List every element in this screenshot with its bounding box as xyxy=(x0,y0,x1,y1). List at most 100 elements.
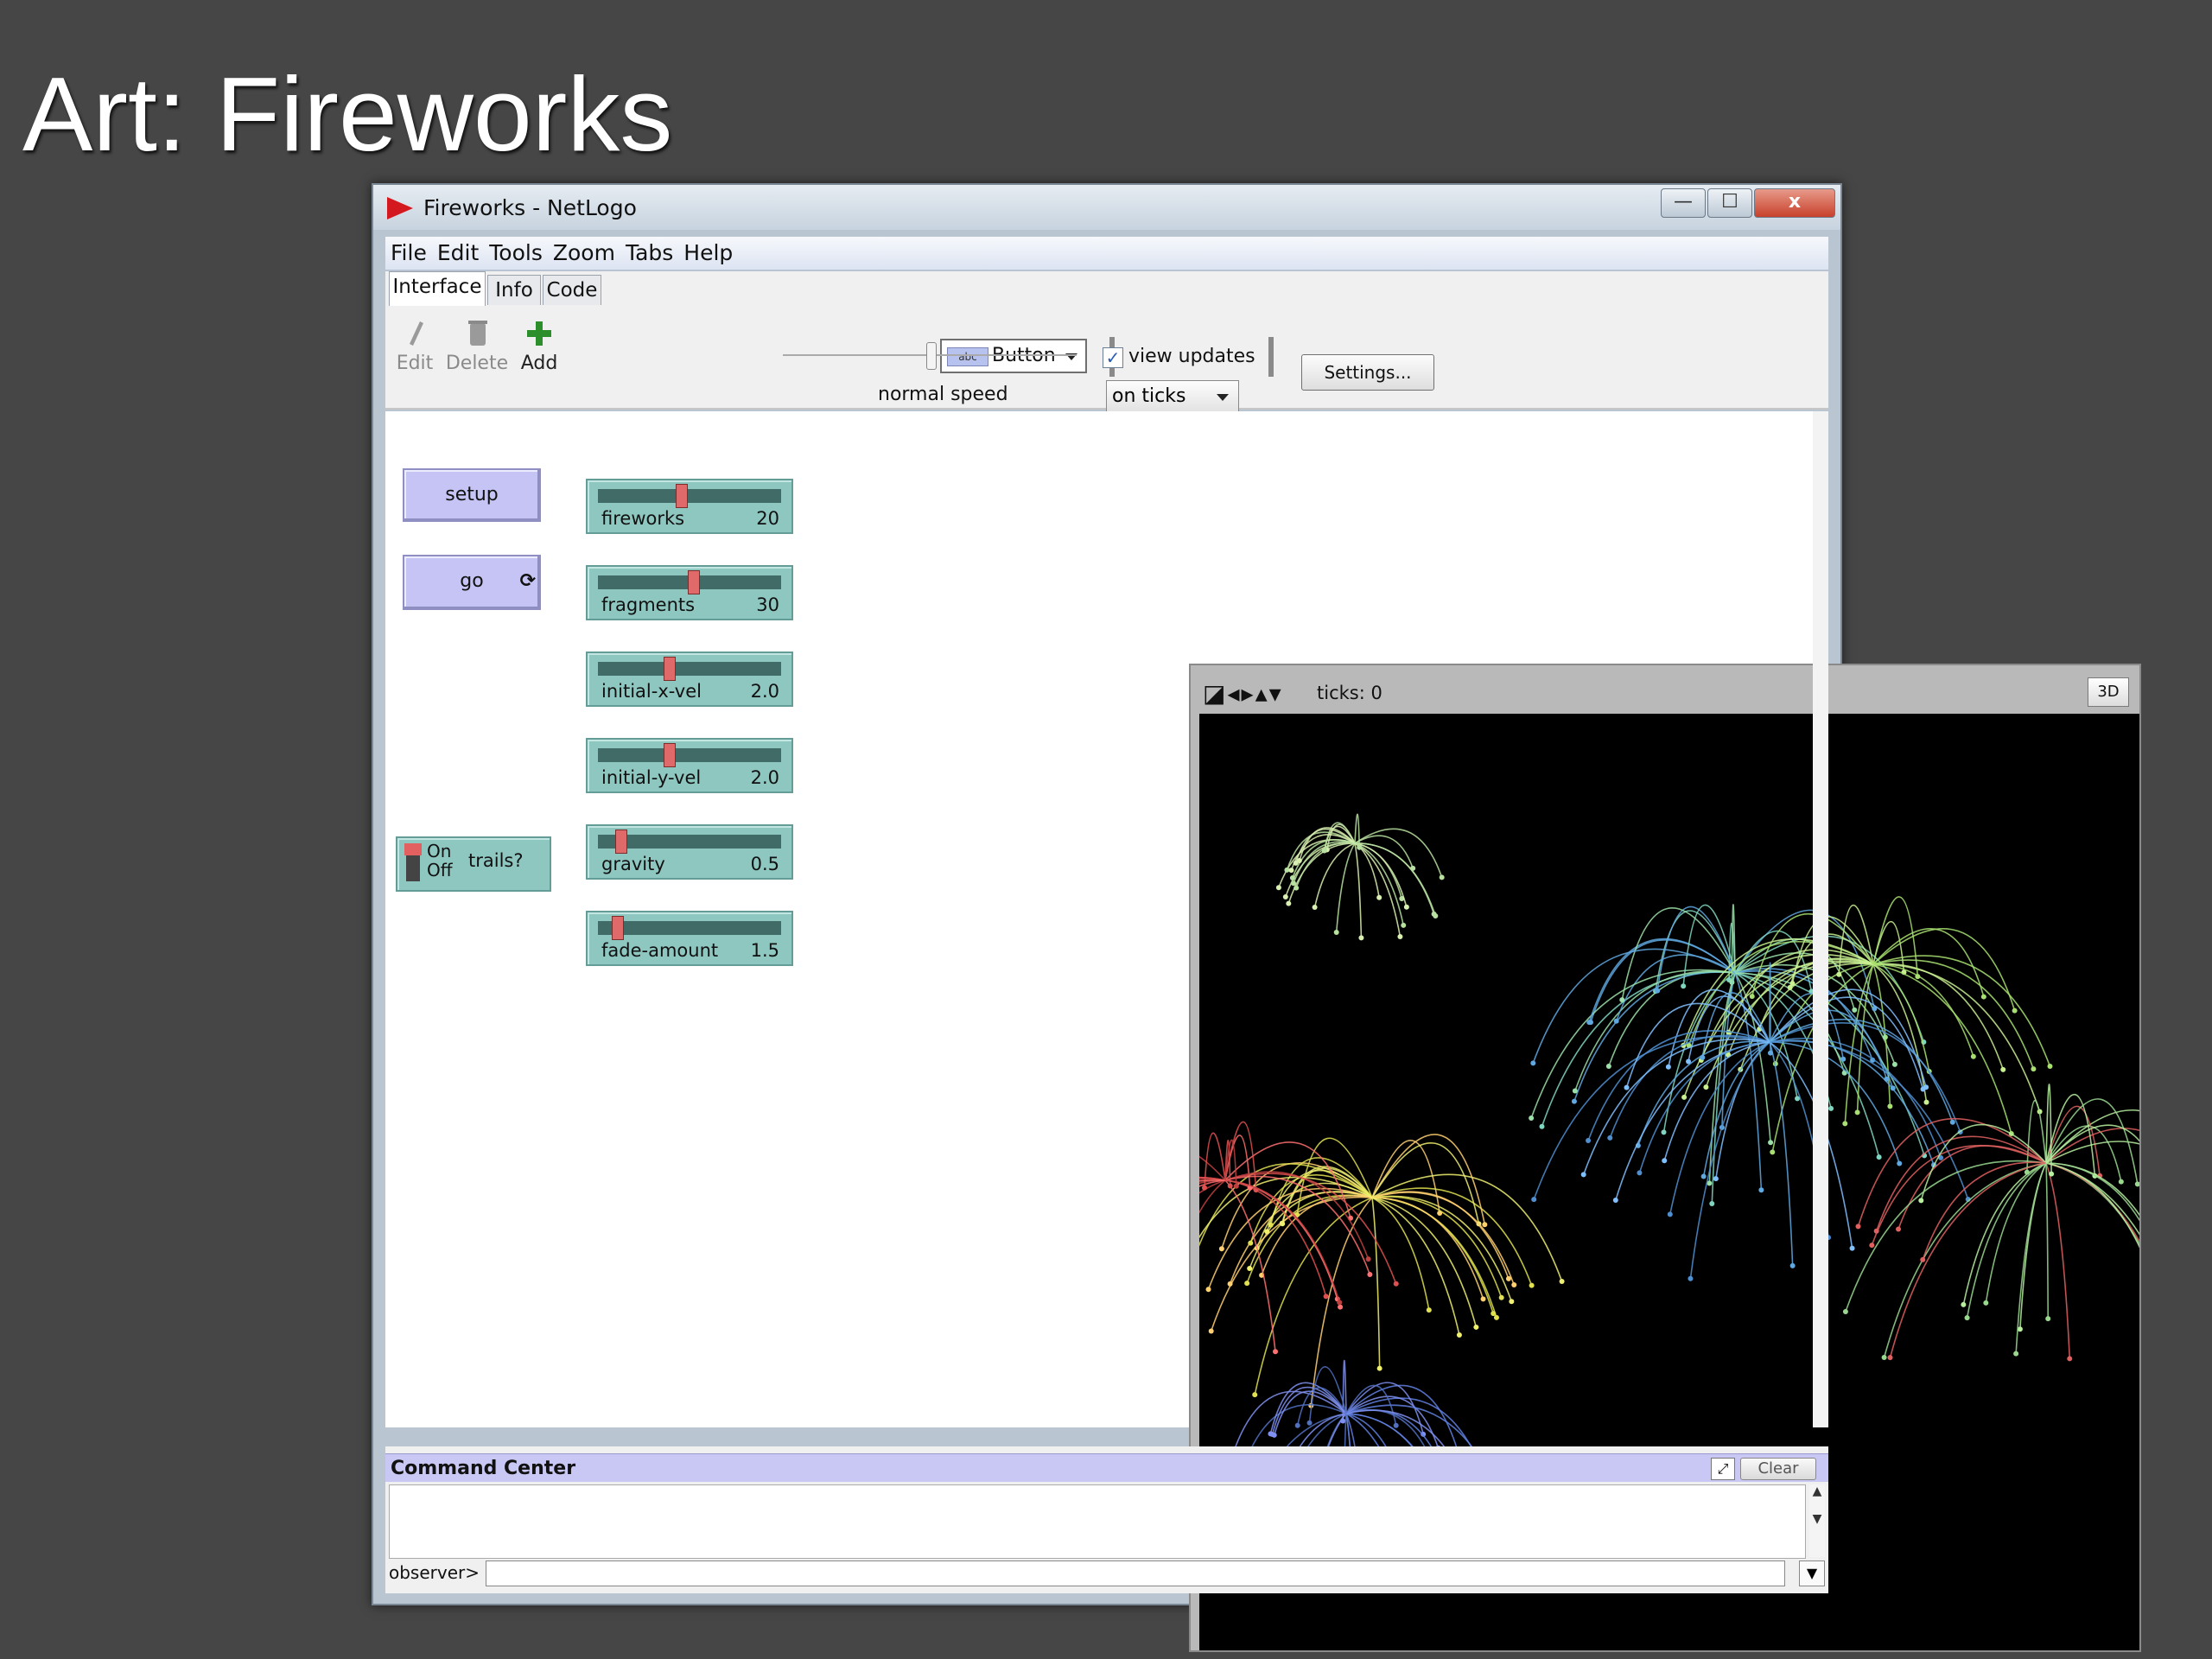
firework-spark xyxy=(1881,1355,1887,1361)
firework-spark xyxy=(1291,880,1297,887)
menu-tools[interactable]: Tools xyxy=(484,237,548,270)
update-mode-select[interactable]: on ticks xyxy=(1106,380,1239,413)
menu-zoom[interactable]: Zoom xyxy=(548,237,620,270)
firework-trail xyxy=(1769,1039,1935,1166)
firework-trail xyxy=(1199,1176,1373,1239)
slider-fragments[interactable]: fragments 30 xyxy=(586,565,793,620)
slider-thumb[interactable] xyxy=(612,916,624,940)
firework-spark xyxy=(1961,1301,1967,1307)
tab-info[interactable]: Info xyxy=(487,275,541,305)
firework-trail xyxy=(1371,1197,1494,1314)
add-tool[interactable]: Add xyxy=(513,318,565,378)
setup-button[interactable]: setup xyxy=(403,468,541,522)
firework-spark xyxy=(1271,1432,1277,1438)
firework-spark xyxy=(2013,1351,2019,1357)
menu-help[interactable]: Help xyxy=(678,237,738,270)
view-updates-label: view updates xyxy=(1128,346,1255,367)
expand-icon[interactable]: ⤢ xyxy=(1711,1458,1735,1480)
slider-thumb[interactable] xyxy=(664,743,676,767)
delete-tool[interactable]: Delete xyxy=(442,318,512,378)
go-button[interactable]: go ⟳ xyxy=(403,555,541,610)
firework-spark xyxy=(1205,1287,1211,1293)
menu-file[interactable]: File xyxy=(385,237,432,270)
command-center: Command Center ⤢ Clear ▲ ▼ observer> ▼ xyxy=(385,1446,1828,1593)
maximize-button[interactable]: ☐ xyxy=(1707,188,1752,218)
slider-fade-amount[interactable]: fade-amount 1.5 xyxy=(586,911,793,966)
firework-trail xyxy=(1872,963,1930,1072)
firework-spark xyxy=(1768,1140,1774,1146)
slider-thumb[interactable] xyxy=(676,484,688,508)
widget-type-value: Button xyxy=(992,345,1056,366)
command-history-dropdown[interactable]: ▼ xyxy=(1799,1560,1825,1586)
menu-edit[interactable]: Edit xyxy=(432,237,484,270)
firework-trail xyxy=(1872,928,1985,997)
command-center-title: Command Center xyxy=(391,1458,576,1479)
slider-gravity[interactable]: gravity 0.5 xyxy=(586,824,793,880)
slider-fireworks[interactable]: fireworks 20 xyxy=(586,479,793,534)
slider-track[interactable] xyxy=(598,748,781,762)
slider-thumb[interactable] xyxy=(688,570,700,594)
firework-spark xyxy=(1247,1265,1253,1271)
menu-tabs[interactable]: Tabs xyxy=(620,237,678,270)
tab-interface[interactable]: Interface xyxy=(389,271,486,307)
netlogo-window: Fireworks - NetLogo — ☐ x File Edit Tools Z… xyxy=(372,183,2141,1652)
close-button[interactable]: x xyxy=(1754,188,1835,218)
firework-spark xyxy=(2049,1171,2055,1177)
firework-spark xyxy=(1681,983,1687,989)
trails-switch[interactable]: On Off trails? xyxy=(396,836,551,892)
3d-view-button[interactable]: 3D xyxy=(2088,677,2129,707)
edit-tool[interactable]: Edit xyxy=(389,318,441,378)
firework-spark xyxy=(1493,1314,1499,1320)
window-titlebar[interactable]: Fireworks - NetLogo — ☐ x xyxy=(373,185,1840,230)
command-output-scrollbar[interactable]: ▲ ▼ xyxy=(1809,1484,1825,1557)
firework-spark xyxy=(1273,1349,1279,1355)
slider-track[interactable] xyxy=(598,489,781,503)
view-updates-checkbox[interactable]: ✓ xyxy=(1103,347,1123,368)
firework-trail xyxy=(2045,1162,2139,1236)
firework-spark xyxy=(1233,1183,1239,1189)
firework-spark xyxy=(1789,981,1796,987)
interface-scrollbar[interactable] xyxy=(1813,411,1828,1427)
slider-initial-x-vel[interactable]: initial-x-vel 2.0 xyxy=(586,652,793,707)
firework-spark xyxy=(1686,1058,1692,1065)
firework-spark xyxy=(2012,1007,2018,1014)
tab-code[interactable]: Code xyxy=(543,275,601,305)
command-output[interactable] xyxy=(389,1484,1806,1559)
firework-spark xyxy=(1376,894,1382,900)
slider-track[interactable] xyxy=(598,921,781,935)
settings-button[interactable]: Settings... xyxy=(1301,354,1434,391)
slider-label: fireworks xyxy=(601,508,685,529)
command-input[interactable] xyxy=(486,1560,1785,1586)
firework-spark xyxy=(1337,1300,1343,1306)
firework-spark xyxy=(1749,994,1755,1000)
speed-slider-thumb[interactable] xyxy=(926,342,937,370)
firework-spark xyxy=(1296,857,1302,863)
slider-thumb[interactable] xyxy=(615,830,627,854)
chevron-down-icon xyxy=(1217,394,1229,401)
switch-indicator xyxy=(404,843,422,855)
slider-initial-y-vel[interactable]: initial-y-vel 2.0 xyxy=(586,738,793,793)
firework-spark xyxy=(1854,1109,1860,1116)
minimize-button[interactable]: — xyxy=(1661,188,1706,218)
firework-trail xyxy=(2045,1162,2071,1359)
firework-trail xyxy=(1609,1034,1770,1139)
slider-thumb[interactable] xyxy=(664,657,676,681)
view-size-controls[interactable]: ◪◂▸▴▾ xyxy=(1203,679,1283,708)
slider-label: fade-amount xyxy=(601,940,719,961)
clear-button[interactable]: Clear xyxy=(1740,1458,1816,1480)
interface-toolbar: Edit Delete Add abc Button normal speed … xyxy=(385,306,1828,413)
firework-spark xyxy=(1529,1116,1535,1122)
firework-spark xyxy=(2134,1181,2139,1187)
firework-trail xyxy=(2019,1162,2047,1330)
firework-spark xyxy=(1613,1018,1619,1024)
firework-spark xyxy=(1887,1103,1893,1109)
firework-spark xyxy=(1218,1246,1224,1252)
slider-track[interactable] xyxy=(598,662,781,676)
pencil-icon xyxy=(410,321,423,346)
widget-type-select[interactable]: abc Button xyxy=(940,339,1087,373)
firework-spark xyxy=(1624,1084,1630,1090)
firework-spark xyxy=(1559,1278,1565,1284)
slider-value: 20 xyxy=(756,508,779,529)
slider-value: 30 xyxy=(756,594,779,615)
firework-spark xyxy=(1252,1392,1258,1398)
